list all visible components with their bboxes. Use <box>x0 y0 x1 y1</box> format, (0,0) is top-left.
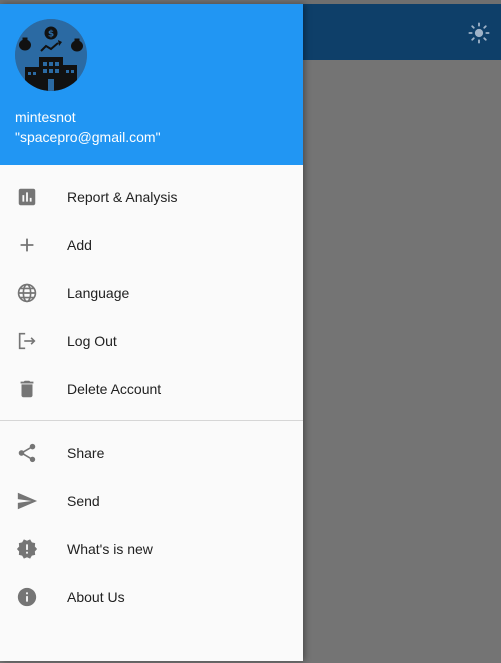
info-icon <box>15 585 39 609</box>
globe-icon <box>15 281 39 305</box>
menu-item-delete-account[interactable]: Delete Account <box>0 365 303 413</box>
sun-icon <box>468 22 490 44</box>
menu-item-label: Add <box>67 237 92 253</box>
drawer-header: $ mintesnot "spacepro@gmail.com" <box>0 4 303 165</box>
avatar[interactable]: $ <box>15 19 87 91</box>
share-icon <box>15 441 39 465</box>
menu-item-send[interactable]: Send <box>0 477 303 525</box>
menu-item-add[interactable]: Add <box>0 221 303 269</box>
trash-icon <box>15 377 39 401</box>
logout-icon <box>15 329 39 353</box>
business-logo-icon: $ <box>15 19 87 91</box>
navigation-drawer: $ mintesnot "spacepro@gmail.com" Report … <box>0 4 303 661</box>
menu-item-whats-new[interactable]: What's is new <box>0 525 303 573</box>
new-releases-icon <box>15 537 39 561</box>
drawer-menu: Report & Analysis Add Language Log Out D… <box>0 165 303 621</box>
menu-item-share[interactable]: Share <box>0 429 303 477</box>
user-email: "spacepro@gmail.com" <box>15 129 161 145</box>
menu-item-language[interactable]: Language <box>0 269 303 317</box>
menu-item-label: Delete Account <box>67 381 162 397</box>
menu-item-report-analysis[interactable]: Report & Analysis <box>0 173 303 221</box>
send-icon <box>15 489 39 513</box>
bar-chart-icon <box>15 185 39 209</box>
menu-item-label: Log Out <box>67 333 117 349</box>
menu-divider <box>0 420 303 421</box>
menu-item-label: What's is new <box>67 541 153 557</box>
menu-item-label: About Us <box>67 589 125 605</box>
menu-item-label: Language <box>67 285 130 301</box>
user-name: mintesnot <box>15 109 76 125</box>
menu-item-label: Report & Analysis <box>67 189 178 205</box>
svg-text:$: $ <box>48 30 54 40</box>
menu-item-label: Send <box>67 493 100 509</box>
plus-icon <box>15 233 39 257</box>
menu-item-label: Share <box>67 445 105 461</box>
menu-item-log-out[interactable]: Log Out <box>0 317 303 365</box>
theme-toggle-button[interactable] <box>467 21 491 45</box>
menu-item-about-us[interactable]: About Us <box>0 573 303 621</box>
